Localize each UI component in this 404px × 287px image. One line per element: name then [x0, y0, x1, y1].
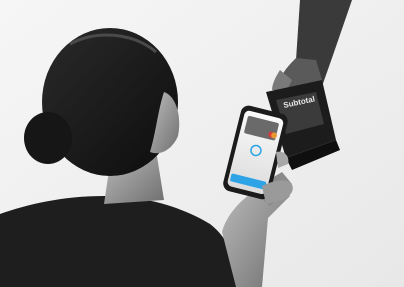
woman-hair-bun — [24, 112, 72, 164]
photo: Subtotal — [0, 0, 404, 287]
photo-scene: Subtotal — [0, 0, 404, 287]
